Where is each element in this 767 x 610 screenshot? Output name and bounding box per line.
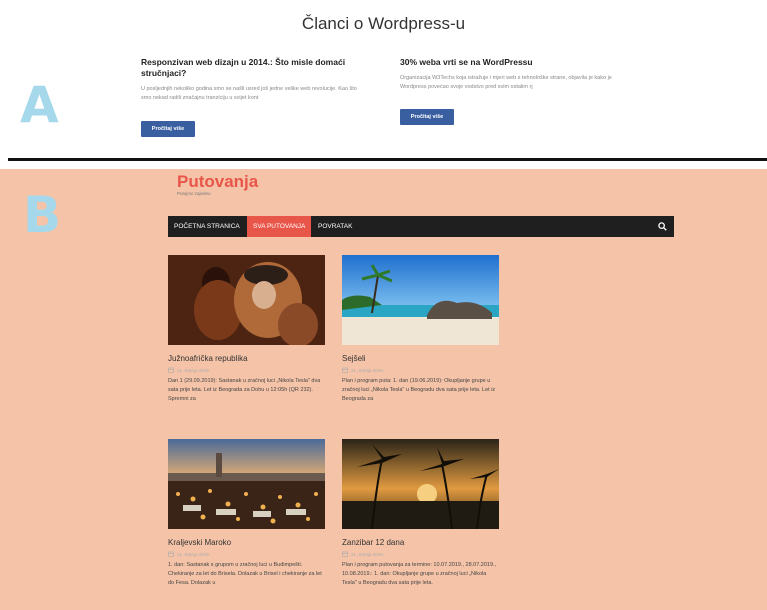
calendar-icon bbox=[168, 551, 174, 557]
post-excerpt: 1. dan: Sastanak s grupom u zračnoj luci… bbox=[168, 562, 322, 586]
site-tagline: Putujmo zajedno bbox=[177, 191, 211, 196]
section-b-label: B bbox=[23, 186, 62, 244]
post-meta: 21. Srpnja 2019. bbox=[342, 367, 499, 373]
article-card: Responzivan web dizajn u 2014.: Što misl… bbox=[141, 57, 366, 137]
post-thumbnail[interactable] bbox=[342, 255, 499, 345]
nav-item-all-trips[interactable]: SVA PUTOVANJA bbox=[247, 216, 312, 237]
post-excerpt: Plan i program puta: 1. dan (19.06.2019)… bbox=[342, 378, 496, 402]
post-thumbnail[interactable] bbox=[168, 255, 325, 345]
post-thumbnail[interactable] bbox=[342, 439, 499, 529]
article-card: 30% weba vrti se na WordPressu Organizac… bbox=[400, 57, 625, 125]
article-title[interactable]: Responzivan web dizajn u 2014.: Što misl… bbox=[141, 57, 366, 79]
section-a: A Članci o Wordpress-u Responzivan web d… bbox=[0, 0, 767, 158]
section-b: B Putovanja Putujmo zajedno POČETNA STRA… bbox=[0, 169, 767, 610]
post-excerpt: Plan i program putovanja za termine: 10.… bbox=[342, 562, 497, 586]
nav-item-back[interactable]: POVRATAK bbox=[312, 216, 358, 237]
calendar-icon bbox=[342, 551, 348, 557]
read-more-button[interactable]: Pročitaj više bbox=[141, 121, 195, 137]
post-card: Zanzibar 12 dana 21. Srpnja 2019. Plan i… bbox=[342, 439, 499, 588]
calendar-icon bbox=[342, 367, 348, 373]
post-date: 21. Srpnja 2019. bbox=[351, 367, 385, 373]
main-nav: POČETNA STRANICA SVA PUTOVANJA POVRATAK bbox=[168, 216, 674, 237]
post-excerpt: Dan 1 (29.09.2019): Sastanak u zračnoj l… bbox=[168, 378, 321, 402]
post-thumbnail[interactable] bbox=[168, 439, 325, 529]
post-card: Sejšeli 21. Srpnja 2019. Plan i program … bbox=[342, 255, 499, 404]
post-meta: 21. Srpnja 2019. bbox=[168, 551, 325, 557]
read-more-button[interactable]: Pročitaj više bbox=[400, 109, 454, 125]
post-meta: 21. Srpnja 2019. bbox=[342, 551, 499, 557]
post-card: Kraljevski Maroko 21. Srpnja 2019. 1. da… bbox=[168, 439, 325, 588]
post-card: Južnoafrička republika 21. Srpnja 2019. … bbox=[168, 255, 325, 404]
section-a-label: A bbox=[20, 76, 59, 134]
post-date: 21. Srpnja 2019. bbox=[177, 551, 211, 557]
article-title[interactable]: 30% weba vrti se na WordPressu bbox=[400, 57, 625, 68]
article-excerpt: Organizacija W3Techs koja istražuje i mj… bbox=[400, 75, 612, 90]
post-date: 21. Srpnja 2019. bbox=[177, 367, 211, 373]
search-icon[interactable] bbox=[658, 222, 667, 231]
site-title[interactable]: Putovanja bbox=[177, 172, 258, 192]
nav-item-home[interactable]: POČETNA STRANICA bbox=[168, 216, 246, 237]
post-title[interactable]: Zanzibar 12 dana bbox=[342, 538, 499, 547]
section-a-title: Članci o Wordpress-u bbox=[301, 14, 466, 33]
post-meta: 21. Srpnja 2019. bbox=[168, 367, 325, 373]
post-title[interactable]: Sejšeli bbox=[342, 354, 499, 363]
article-excerpt: U posljednjih nekoliko godina smo se naš… bbox=[141, 86, 357, 101]
post-date: 21. Srpnja 2019. bbox=[351, 551, 385, 557]
section-divider bbox=[8, 158, 767, 161]
post-title[interactable]: Kraljevski Maroko bbox=[168, 538, 325, 547]
calendar-icon bbox=[168, 367, 174, 373]
post-title[interactable]: Južnoafrička republika bbox=[168, 354, 325, 363]
